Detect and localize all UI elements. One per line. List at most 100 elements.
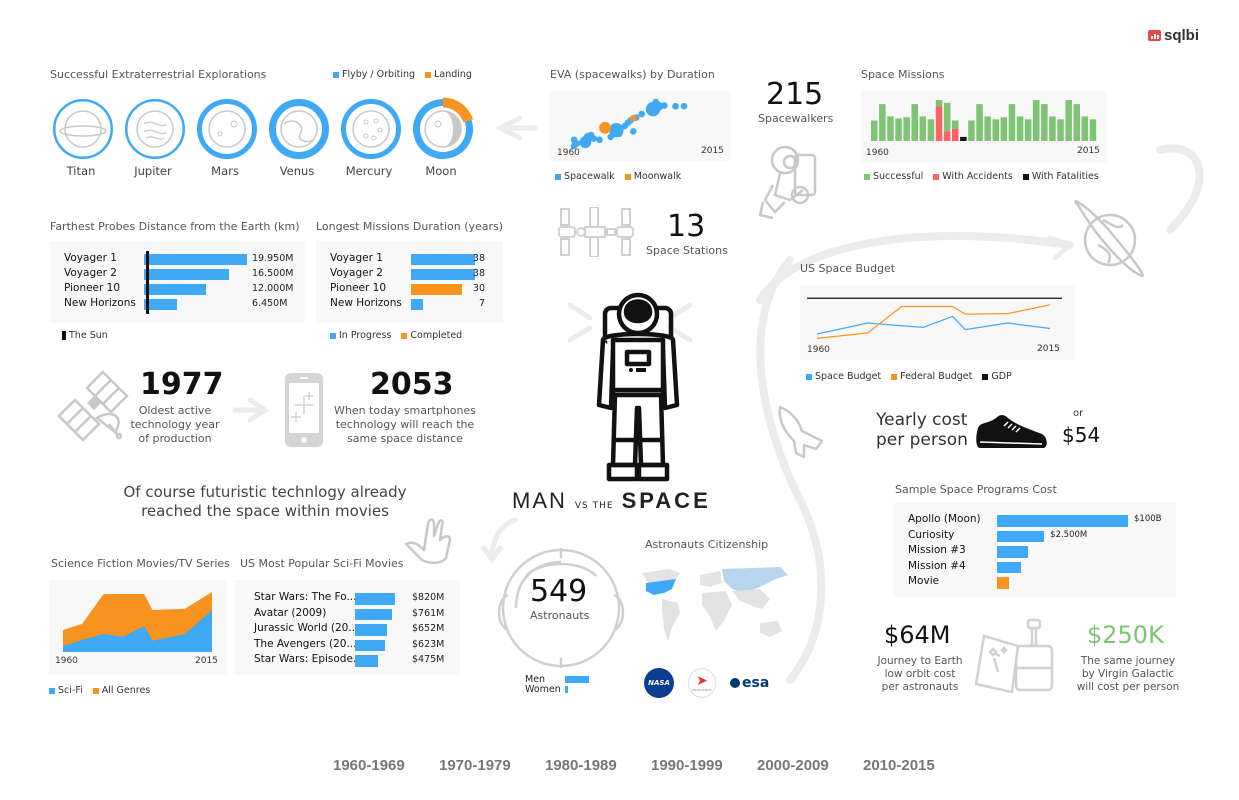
space-shuttle-icon [778,405,824,459]
probe-name: Voyager 1 [64,252,117,264]
bar [144,269,230,280]
decade-filter-1960-1969[interactable]: 1960-1969 [333,757,439,774]
body-label: Jupiter [134,164,172,178]
headline-man: MAN [512,488,567,513]
spacewalk-point [660,102,668,109]
bar-value: $475M [412,654,445,665]
missions-bar-successful [1081,116,1089,141]
legend-sci-fi: Sci-Fi [49,685,83,696]
body-label: Venus [279,164,315,178]
mission-name: New Horizons [330,297,402,309]
probe-row: Voyager 2 16.500M [50,267,305,282]
missions-bar-successful [1041,104,1048,141]
agency-logos: NASA ➤ РОСКОСМОС esa [644,668,769,698]
probe-row: New Horizons 6.450M [50,297,305,312]
decade-filter-1980-1989[interactable]: 1980-1989 [545,757,651,774]
decade-filter-2010-2015[interactable]: 2010-2015 [863,757,969,774]
missions-bar-successful [1057,119,1064,141]
gender-row: Women [525,684,605,695]
program-row: Mission #3 [894,544,1176,560]
legend-all-genres: All Genres [92,685,150,696]
sun-marker [146,251,149,314]
probe-name: New Horizons [64,297,136,309]
bar-value: 38 [472,268,485,279]
movie-row: Avatar (2009) $761M [234,607,460,623]
movie-row: Star Wars: Episode... $475M [234,653,460,669]
esa-logo: esa [730,675,769,691]
legend-space-budget: Space Budget [806,371,881,382]
decade-filter-1990-1999[interactable]: 1990-1999 [651,757,757,774]
movie-name: Jurassic World (20... [254,622,359,634]
legend-federal-budget: Federal Budget [891,371,972,382]
missions-bar-with-accidents [952,128,959,141]
legend-in-progress: In Progress [330,330,391,341]
moon-icon [411,97,475,161]
missions-bar-successful [895,118,902,141]
yearly-cost-value: $54 [1062,423,1101,447]
decade-filter-2000-2009[interactable]: 2000-2009 [757,757,863,774]
program-name: Curiosity [908,528,955,541]
jupiter-swirl-icon [125,99,185,159]
bar-value: 7 [478,298,485,309]
oldest-tech-desc: Oldest active technology year of productio… [130,404,220,445]
missions-bar-successful [984,116,991,141]
missions-bar-successful [968,120,975,141]
movie-name: Avatar (2009) [254,606,327,619]
stations-count: 13 [667,209,706,244]
flyby-ring [125,99,185,159]
eva-x-start: 1960 [557,148,580,158]
yearly-cost-or: or [1073,408,1084,419]
duration-row: New Horizons 7 [316,297,503,312]
program-name: Mission #3 [908,544,966,556]
explorations-bodies: Titan Jupiter Mars Venus Mercury Moon [50,96,480,180]
bar-value: 6.450M [252,298,288,309]
spacewalk-point [596,136,603,144]
probes-legend: The Sun [62,330,108,341]
missions-bar-successful [1033,100,1040,141]
missions-bar-successful [976,104,983,141]
sqlbi-logo[interactable]: sqlbi [1148,27,1199,44]
body-label: Mercury [345,164,393,178]
sneaker-icon [976,415,1047,448]
mission-name: Voyager 1 [330,252,383,264]
mercury-crater-icon [341,99,401,159]
decade-filter-1970-1979[interactable]: 1970-1979 [439,757,545,774]
missions-bar-with-fatalities [960,136,967,141]
missions-bar-chart [871,100,1097,141]
bar-value: $623M [412,638,445,650]
missions-title: Space Missions [861,68,945,81]
ringed-planet-icon [1074,200,1144,278]
bar [144,254,247,265]
citizenship-title: Astronauts Citizenship [645,538,769,551]
yearly-cost-label: Yearly cost per person [876,410,968,451]
bar-value: $820M [412,592,445,603]
bar [997,577,1009,589]
map-africa [702,591,732,631]
durations-panel: Voyager 1 38 Voyager 2 38 Pioneer 10 30 New Ho… [316,241,503,323]
headline-vs: VS THE [574,501,614,511]
missions-bar-successful [879,104,886,141]
scifi-x-start: 1960 [55,656,78,666]
space-station-icon [558,207,634,257]
astronauts-count: 549 [530,574,588,609]
programs-cost-title: Sample Space Programs Cost [895,483,1057,496]
bar-value: 30 [472,283,485,294]
missions-bar-successful [1016,116,1024,141]
eva-legend: Spacewalk Moonwalk [555,171,681,182]
program-name: Movie [908,575,940,587]
missions-bar-successful [1089,119,1097,141]
planet-glyph [64,110,102,148]
missions-bar-successful [1000,117,1008,141]
duration-row: Pioneer 10 30 [316,282,503,297]
moonwalk-point [599,121,611,134]
map-russia [722,567,788,593]
sqlbi-logo-text: sqlbi [1164,27,1200,44]
planet-glyph [136,110,174,148]
program-name: Mission #4 [908,559,966,572]
program-row: Mission #4 [894,560,1176,576]
nasa-logo: NASA [644,668,674,698]
explorations-title: Successful Extraterrestrial Explorations [50,68,267,81]
missions-bar-successful [935,100,943,107]
budget-x-end: 2015 [1037,344,1060,354]
bar-value: 16.500M [252,268,294,279]
